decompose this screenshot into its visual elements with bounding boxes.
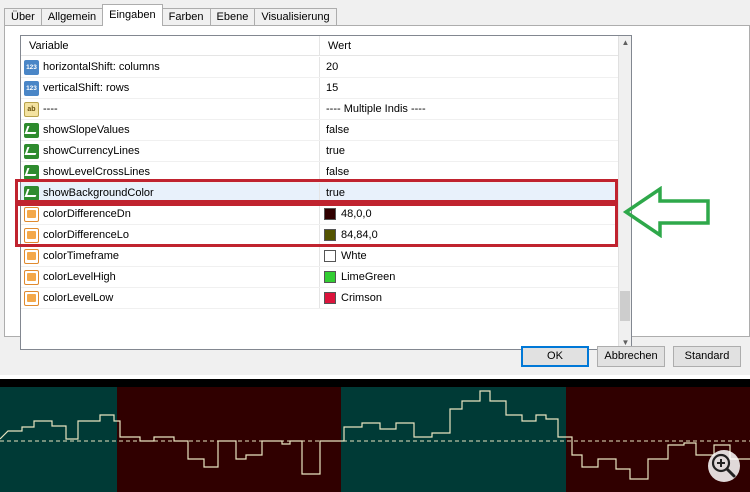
integer-icon: 123 <box>24 81 39 96</box>
boolean-icon <box>24 144 39 159</box>
zoom-in-icon[interactable] <box>707 449 741 483</box>
table-row[interactable]: colorTimeframe Whte <box>21 246 618 267</box>
cell-divider <box>319 204 320 224</box>
variable-name: horizontalShift: columns <box>43 61 160 73</box>
variable-value[interactable]: 15 <box>326 78 338 98</box>
default-button[interactable]: Standard <box>673 346 741 367</box>
tab-ueber[interactable]: Über <box>4 8 42 26</box>
tab-ebene[interactable]: Ebene <box>209 8 256 26</box>
variable-value[interactable]: true <box>326 183 345 203</box>
indicator-chart[interactable] <box>0 379 750 492</box>
color-swatch[interactable] <box>324 208 336 220</box>
column-header-variable[interactable]: Variable <box>21 36 69 56</box>
variable-value[interactable]: Crimson <box>341 288 382 308</box>
variable-value[interactable]: LimeGreen <box>341 267 395 287</box>
grid-header: Variable Wert <box>21 36 618 56</box>
cancel-button[interactable]: Abbrechen <box>597 346 665 367</box>
color-icon <box>24 291 39 306</box>
background-zone <box>117 387 341 492</box>
variable-value[interactable]: 48,0,0 <box>341 204 372 224</box>
integer-icon: 123 <box>24 60 39 75</box>
variable-name: colorLevelHigh <box>43 271 116 283</box>
cell-divider <box>319 246 320 266</box>
boolean-icon <box>24 165 39 180</box>
cell-divider <box>319 267 320 287</box>
variable-name: verticalShift: rows <box>43 82 130 94</box>
cell-divider <box>319 183 320 203</box>
color-swatch[interactable] <box>324 271 336 283</box>
string-icon: ab <box>24 102 39 117</box>
color-icon <box>24 249 39 264</box>
variable-name: showCurrencyLines <box>43 145 140 157</box>
variable-name: showSlopeValues <box>43 124 130 136</box>
table-row[interactable]: colorDifferenceLo 84,84,0 <box>21 225 618 246</box>
properties-dialog: Über Allgemein Eingaben Farben Ebene Vis… <box>0 0 750 375</box>
variable-value[interactable]: false <box>326 120 349 140</box>
table-row[interactable]: colorLevelLow Crimson <box>21 288 618 309</box>
boolean-icon <box>24 123 39 138</box>
table-row[interactable]: 123 horizontalShift: columns 20 <box>21 57 618 78</box>
column-header-value[interactable]: Wert <box>320 36 351 56</box>
cell-divider <box>319 120 320 140</box>
variable-name: showBackgroundColor <box>43 187 154 199</box>
table-row[interactable]: showBackgroundColor true <box>21 183 618 204</box>
color-icon <box>24 228 39 243</box>
variable-value[interactable]: Whte <box>341 246 367 266</box>
color-icon <box>24 207 39 222</box>
tab-allgemein[interactable]: Allgemein <box>40 8 104 26</box>
inputs-grid: Variable Wert 123 horizontalShift: column… <box>20 35 632 350</box>
table-row[interactable]: colorLevelHigh LimeGreen <box>21 267 618 288</box>
tab-eingaben[interactable]: Eingaben <box>102 4 163 26</box>
variable-name: colorLevelLow <box>43 292 114 304</box>
variable-name: colorDifferenceLo <box>43 229 130 241</box>
variable-value[interactable]: 84,84,0 <box>341 225 378 245</box>
cell-divider <box>319 141 320 161</box>
color-swatch[interactable] <box>324 292 336 304</box>
variable-value[interactable]: false <box>326 162 349 182</box>
cell-divider <box>319 57 320 77</box>
table-row[interactable]: ab ---- ---- Multiple Indis ---- <box>21 99 618 120</box>
variable-value[interactable]: ---- Multiple Indis ---- <box>326 99 426 119</box>
cell-divider <box>319 99 320 119</box>
scroll-up-icon[interactable]: ▲ <box>619 36 631 49</box>
color-swatch[interactable] <box>324 229 336 241</box>
tab-panel: Variable Wert 123 horizontalShift: column… <box>4 25 750 350</box>
color-icon <box>24 270 39 285</box>
tab-strip: Über Allgemein Eingaben Farben Ebene Vis… <box>4 4 337 26</box>
background-zone <box>341 387 566 492</box>
cell-divider <box>319 78 320 98</box>
table-row[interactable]: 123 verticalShift: rows 15 <box>21 78 618 99</box>
table-row[interactable]: showCurrencyLines true <box>21 141 618 162</box>
variable-value[interactable]: 20 <box>326 57 338 77</box>
variable-name: showLevelCrossLines <box>43 166 150 178</box>
variable-name: colorTimeframe <box>43 250 119 262</box>
variable-value[interactable]: true <box>326 141 345 161</box>
scroll-thumb[interactable] <box>620 291 630 321</box>
cell-divider <box>319 225 320 245</box>
arrow-annotation-icon <box>622 186 710 238</box>
table-row[interactable]: showLevelCrossLines false <box>21 162 618 183</box>
variable-name: colorDifferenceDn <box>43 208 131 220</box>
boolean-icon <box>24 186 39 201</box>
cell-divider <box>319 288 320 308</box>
table-row[interactable]: colorDifferenceDn 48,0,0 <box>21 204 618 225</box>
tab-visualisierung[interactable]: Visualisierung <box>254 8 337 26</box>
tab-farben[interactable]: Farben <box>161 8 211 26</box>
table-row[interactable]: showSlopeValues false <box>21 120 618 141</box>
ok-button[interactable]: OK <box>521 346 589 367</box>
variable-name: ---- <box>43 103 58 115</box>
background-zone <box>0 387 117 492</box>
cell-divider <box>319 162 320 182</box>
chart-canvas <box>0 387 750 492</box>
color-swatch[interactable] <box>324 250 336 262</box>
